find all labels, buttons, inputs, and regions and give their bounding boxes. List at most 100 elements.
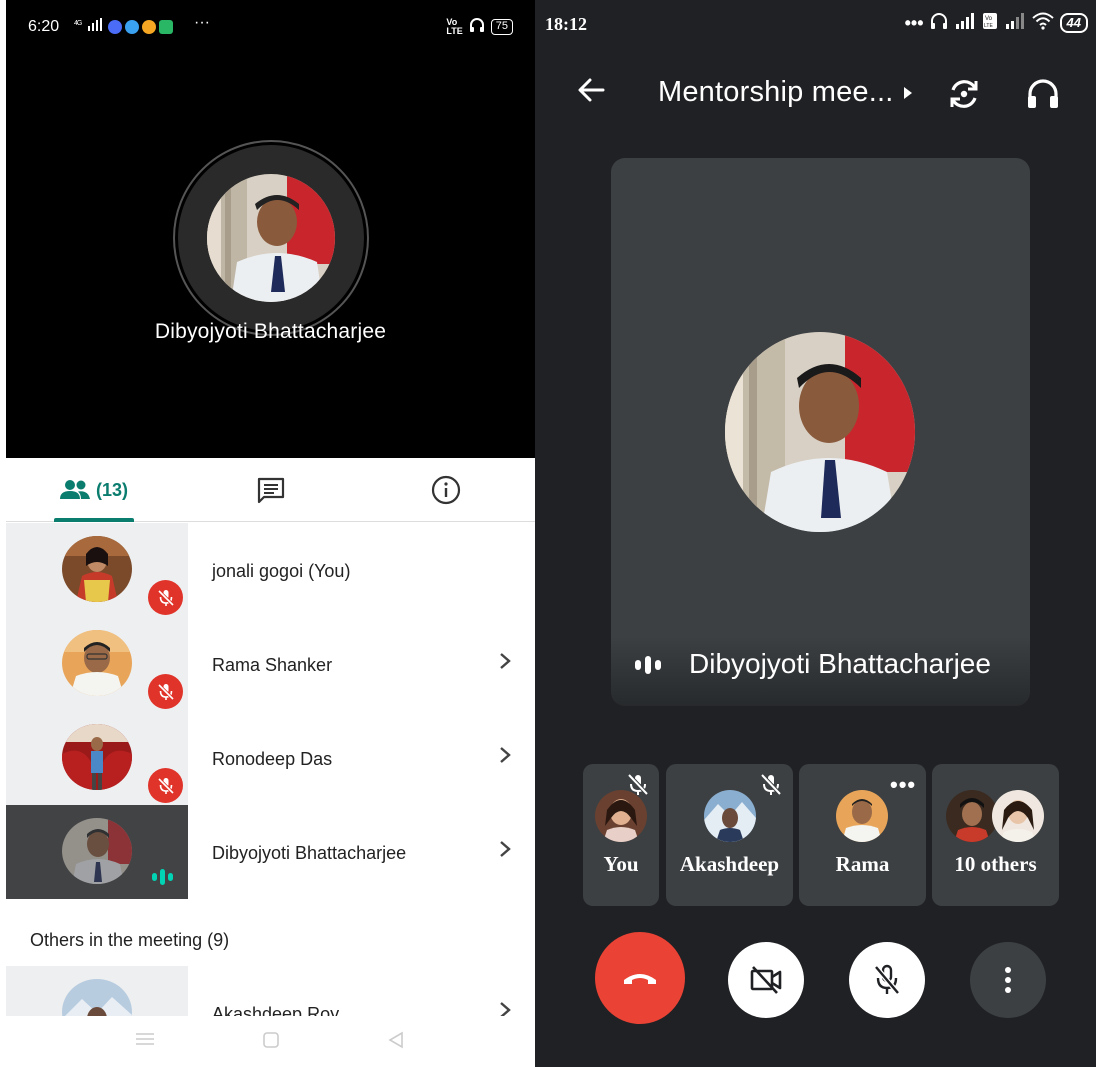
speaker-view: 6:20 4G ··· Vo LTE 75 Dibyojyoti Bhattac… [6, 0, 535, 458]
participant-thumbnails: You Akashdeep ••• Rama 10 others [583, 764, 1063, 906]
status-right: ••• Vo LTE 44 [905, 12, 1088, 33]
status-right: Vo LTE 75 [446, 17, 513, 36]
avatar [992, 790, 1044, 842]
home-icon[interactable] [261, 1030, 281, 1056]
participant-row[interactable]: Akashdeep Roy [6, 966, 535, 1016]
left-phone-screen: 6:20 4G ··· Vo LTE 75 Dibyojyoti Bhattac… [6, 0, 535, 1067]
participant-list: jonali gogoi (You) Rama Shanker Ronodeep… [6, 523, 535, 899]
participant-name: Dibyojyoti Bhattacharjee [212, 843, 407, 863]
avatar [62, 818, 132, 884]
chat-icon [257, 477, 285, 504]
thumbnail-label: Rama [835, 852, 890, 876]
thumbnail-label: You [603, 852, 639, 876]
speaker-name: Dibyojyoti Bhattacharjee [689, 648, 991, 679]
participant-row[interactable]: Ronodeep Das [6, 711, 535, 805]
download-icon [159, 20, 173, 34]
thumbnail-others[interactable]: 10 others [932, 764, 1059, 906]
more-vert-icon [1005, 967, 1011, 993]
screenshot-composite: 6:20 4G ··· Vo LTE 75 Dibyojyoti Bhattac… [0, 0, 1096, 1067]
avatar [62, 630, 132, 696]
people-icon [59, 480, 90, 499]
avatar [946, 790, 998, 842]
camera-off-icon [750, 966, 782, 994]
headphones-icon[interactable] [1025, 76, 1061, 117]
mic-off-icon [874, 964, 900, 995]
tab-info[interactable] [421, 458, 471, 522]
back-arrow-icon[interactable] [575, 74, 607, 111]
app-notification-icon [108, 20, 122, 34]
tab-people[interactable]: (13) [54, 458, 134, 522]
mic-off-icon [758, 772, 784, 803]
more-options-icon[interactable]: ••• [890, 772, 916, 798]
participant-row[interactable]: Dibyojyoti Bhattacharjee [6, 805, 535, 899]
mic-off-icon [157, 589, 174, 606]
headphones-icon [930, 12, 948, 33]
thumbnail-akashdeep[interactable]: Akashdeep [666, 764, 793, 906]
hang-up-icon [624, 974, 656, 984]
more-notifications-icon: ••• [904, 12, 924, 33]
app-notification-icon [125, 20, 139, 34]
mic-toggle-button[interactable] [849, 942, 925, 1018]
switch-camera-icon[interactable] [946, 76, 982, 117]
android-nav-bar [6, 1016, 535, 1067]
participant-name: Rama Shanker [212, 655, 333, 675]
mic-off-icon [157, 683, 174, 700]
wifi-icon [1031, 12, 1054, 33]
call-controls [535, 932, 1096, 1028]
back-icon[interactable] [386, 1030, 406, 1056]
chevron-right-icon[interactable] [498, 839, 512, 865]
status-time: 18:12 [545, 14, 587, 34]
menu-icon[interactable] [134, 1030, 156, 1054]
thumbnail-rama[interactable]: ••• Rama [799, 764, 926, 906]
info-icon [431, 475, 461, 505]
thumbnail-label: 10 others [954, 852, 1037, 876]
meeting-header: Mentorship mee... [535, 60, 1096, 130]
speaking-indicator [635, 656, 661, 674]
meeting-title[interactable]: Mentorship mee... [658, 76, 894, 109]
battery-indicator: 44 [1059, 12, 1088, 33]
tab-chat[interactable] [246, 458, 296, 522]
end-call-button[interactable] [595, 932, 685, 1024]
svg-text:Vo: Vo [985, 16, 993, 22]
camera-toggle-button[interactable] [728, 942, 804, 1018]
status-bar: 18:12 ••• Vo LTE 44 [535, 0, 1096, 50]
muted-badge [148, 674, 183, 709]
participant-name: Ronodeep Das [212, 749, 333, 769]
participant-name: jonali gogoi (You) [212, 561, 351, 581]
avatar [62, 724, 132, 790]
speaker-name: Dibyojyoti Bhattacharjee [154, 320, 387, 343]
others-heading: Others in the meeting (9) [30, 930, 230, 950]
participant-name: Akashdeep Roy [212, 1004, 340, 1016]
participant-row[interactable]: jonali gogoi (You) [6, 523, 535, 617]
status-time: 6:20 [28, 18, 60, 35]
battery-indicator: 75 [490, 18, 513, 35]
people-count: (13) [95, 479, 128, 500]
signal-icon [954, 12, 976, 33]
avatar [595, 790, 647, 842]
speaker-avatar [725, 332, 915, 532]
svg-text:LTE: LTE [984, 23, 993, 29]
tab-indicator [54, 518, 134, 522]
muted-badge [148, 768, 183, 803]
speaker-tile[interactable]: Dibyojyoti Bhattacharjee [611, 158, 1030, 706]
thumbnail-you[interactable]: You [583, 764, 659, 906]
chevron-right-icon[interactable] [498, 745, 512, 771]
caret-right-icon[interactable] [903, 86, 913, 105]
avatar [704, 790, 756, 842]
chevron-right-icon[interactable] [498, 651, 512, 677]
app-notification-icon [142, 20, 156, 34]
mic-off-icon [157, 777, 174, 794]
more-options-button[interactable] [970, 942, 1046, 1018]
svg-text:4G: 4G [74, 20, 82, 27]
panel-tabs: (13) [6, 458, 535, 522]
status-bar: 6:20 4G ··· Vo LTE 75 [6, 0, 535, 52]
speaker-avatar [207, 174, 335, 302]
muted-badge [148, 580, 183, 615]
avatar [62, 536, 132, 602]
participant-row[interactable]: Rama Shanker [6, 617, 535, 711]
headphones-icon [469, 17, 485, 36]
speaking-indicator [152, 869, 173, 885]
volte-icon: Vo LTE [982, 12, 998, 33]
notification-icons [108, 20, 173, 34]
chevron-right-icon[interactable] [498, 1000, 512, 1016]
